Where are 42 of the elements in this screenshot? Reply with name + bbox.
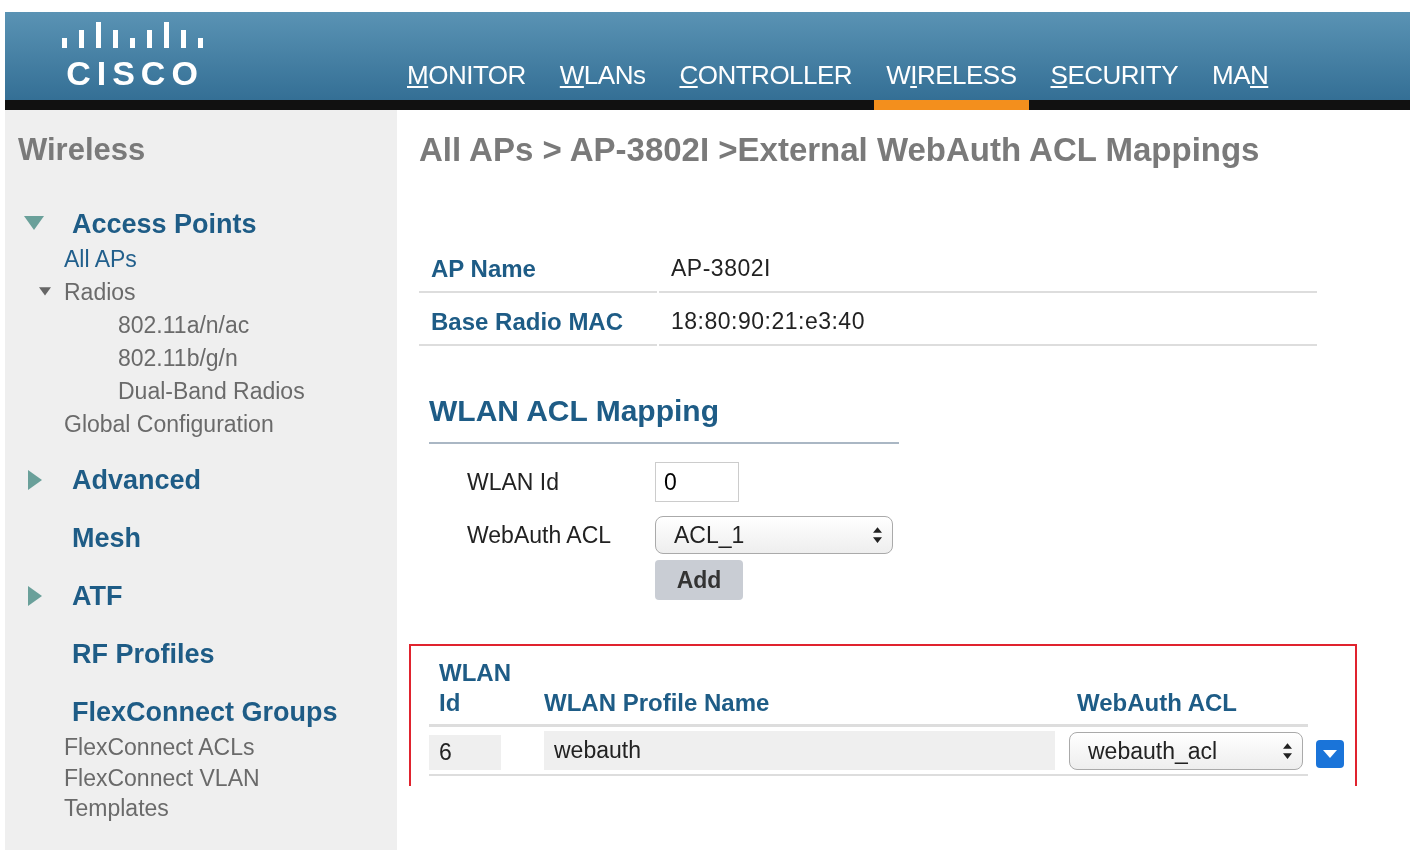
section-heading: WLAN ACL Mapping [429,394,899,444]
page-title: All APs > AP-3802I >External WebAuth ACL Mappings [419,130,1261,170]
sidebar-link[interactable]: FlexConnect ACLs [64,731,255,762]
sidebar-section[interactable]: Mesh [72,521,142,555]
field-label: Base Radio MAC [419,299,657,346]
table-cell: 6 [429,735,501,770]
logo-text: CISCO [66,54,204,92]
field-value: AP-3802I [659,246,1317,293]
nav-tab[interactable]: WIRELESS [874,60,1029,110]
sidebar-link[interactable]: 802.11a/n/ac [118,309,250,340]
table-cell: webauth [544,731,1055,770]
add-button[interactable]: Add [655,560,743,600]
nav-tab[interactable]: WLANs [547,60,658,110]
acl-dropdown[interactable]: webauth_acl [1069,732,1303,770]
sidebar-section[interactable]: Access Points [72,207,257,241]
sidebar-link[interactable]: FlexConnect VLAN Templates [64,763,344,823]
sidebar-title: Wireless [18,131,147,169]
sidebar-section[interactable]: ATF [72,579,123,613]
sidebar-link[interactable]: All APs [64,243,137,274]
column-header: WebAuth ACL [1065,688,1308,727]
sidebar-section[interactable]: Advanced [72,463,202,497]
acl-dropdown[interactable]: ACL_1 [655,516,893,554]
up-down-arrows-icon[interactable] [873,527,882,543]
sidebar-section[interactable]: FlexConnect Groups [72,695,338,729]
expanded-triangle-icon[interactable] [38,285,52,298]
sidebar-link[interactable]: Radios [64,276,136,307]
sidebar-section[interactable]: RF Profiles [72,637,215,671]
up-down-arrows-icon[interactable] [1283,743,1292,759]
nav-tab[interactable]: MONITOR [395,60,538,110]
column-header: WLAN Profile Name [532,688,1065,727]
field-label: WLAN Id [467,468,560,496]
sidebar-link[interactable]: 802.11b/g/n [118,342,238,373]
nav-tab[interactable]: SECURITY [1038,60,1190,110]
field-label: WebAuth ACL [467,521,612,549]
sidebar-link[interactable]: Global Configuration [64,408,274,439]
column-header: WLAN Id [429,658,532,727]
nav-tab[interactable]: CONTROLLER [667,60,865,110]
nav-tab[interactable]: MAN [1200,60,1281,110]
field-label: AP Name [419,246,657,293]
field-value: 18:80:90:21:e3:40 [659,299,1317,346]
sidebar-link[interactable]: Dual-Band Radios [118,375,305,406]
wlan-id-field[interactable]: 0 [655,462,739,502]
